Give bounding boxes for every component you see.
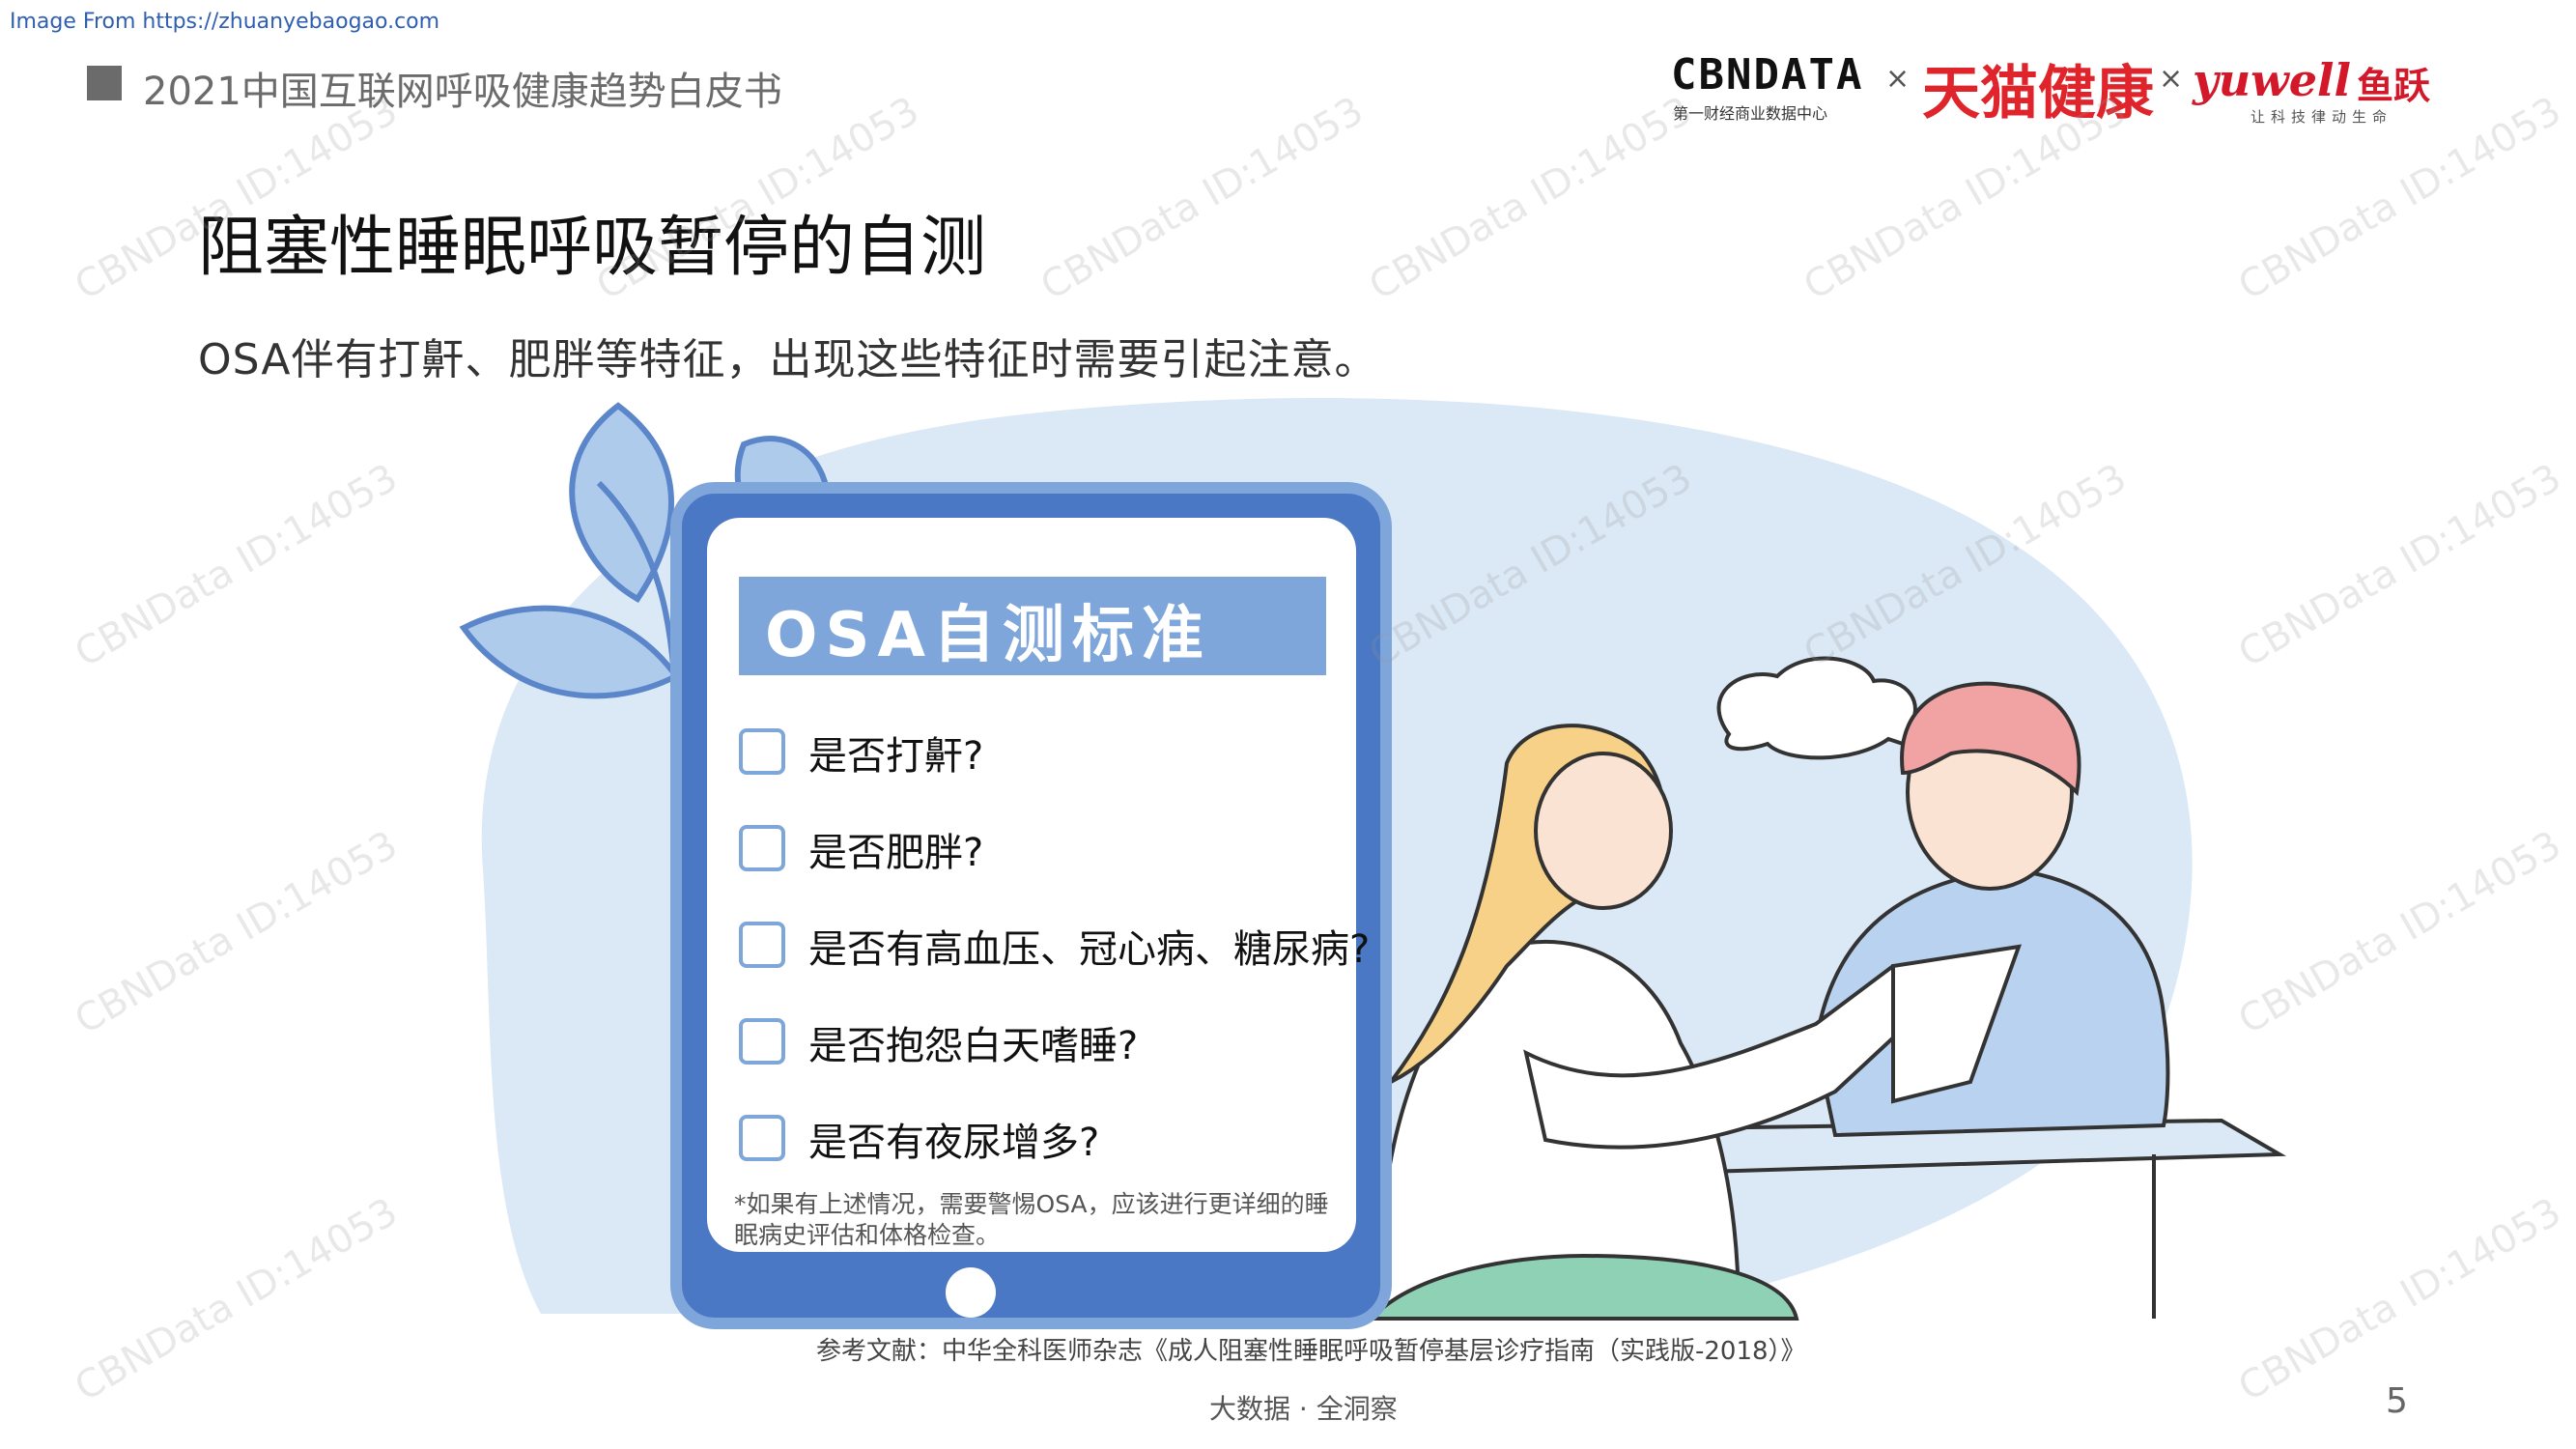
checklist-item-label: 是否打鼾? (808, 734, 984, 779)
tablet-home-button (946, 1267, 996, 1318)
card-footnote: *如果有上述情况，需要警惕OSA，应该进行更详细的睡眠病史评估和体格检查。 (734, 1190, 1329, 1249)
reference-citation: 参考文献：中华全科医师杂志《成人阻塞性睡眠呼吸暂停基层诊疗指南（实践版-2018… (816, 1337, 1806, 1366)
checklist-item-label: 是否肥胖? (808, 831, 984, 875)
checkbox[interactable] (739, 1115, 785, 1161)
checklist-item-label: 是否有高血压、冠心病、糖尿病? (808, 927, 1371, 972)
footer-slogan: 大数据 · 全洞察 (1209, 1393, 1398, 1425)
checkbox[interactable] (739, 922, 785, 968)
checklist-item-label: 是否抱怨白天嗜睡? (808, 1024, 1139, 1068)
checklist-item-label: 是否有夜尿增多? (808, 1121, 1100, 1165)
checkbox[interactable] (739, 728, 785, 775)
page-number: 5 (2386, 1381, 2408, 1421)
card-title: OSA自测标准 (765, 600, 1212, 671)
checkbox[interactable] (739, 825, 785, 871)
checkbox[interactable] (739, 1018, 785, 1065)
woman-head (1534, 752, 1673, 910)
